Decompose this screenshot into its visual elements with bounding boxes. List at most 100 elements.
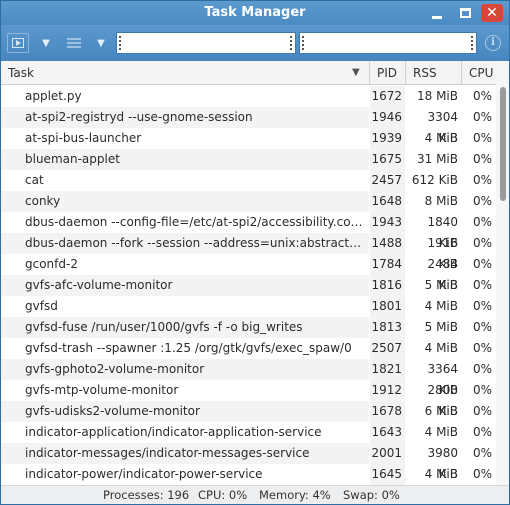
cell-pid: 1801 [369, 296, 405, 317]
toolbar: ▼ ▼ i [1, 25, 509, 61]
minimize-icon [432, 15, 442, 19]
task-manager-window: Task Manager ✕ ▼ ▼ i Task ▼ PID RSS CPU … [0, 0, 510, 505]
cell-rss: 5 MiB [424, 320, 458, 334]
cell-pid: 2457 [369, 170, 405, 191]
secondary-input[interactable] [299, 32, 477, 54]
table-row[interactable]: gvfsd 1801 4 MiB 0% [1, 296, 496, 317]
table-row[interactable]: at-spi-bus-launcher 1939 4 MiB 0% [1, 128, 496, 149]
table-row[interactable]: cat 2457 612 KiB 0% [1, 170, 496, 191]
table-row[interactable]: indicator-power/indicator-power-service 1… [1, 464, 496, 485]
table-row[interactable]: gvfs-gphoto2-volume-monitor 1821 3364 KiB 0… [1, 359, 496, 397]
cell-cpu: 0% [472, 425, 492, 439]
minimize-button[interactable] [426, 4, 448, 22]
view-menu-chevron-down-icon[interactable]: ▼ [95, 33, 107, 53]
column-header-cpu[interactable]: CPU [461, 61, 496, 85]
cell-rss: 4 MiB [424, 299, 458, 313]
status-processes: Processes: 196 [103, 488, 190, 502]
cell-cpu: 0% [472, 257, 492, 271]
cell-cpu: 0% [472, 383, 492, 397]
cell-cpu: 0% [472, 446, 492, 460]
cell-cpu: 0% [472, 89, 492, 103]
sort-descending-icon[interactable]: ▼ [352, 61, 360, 85]
run-program-button[interactable] [7, 33, 29, 53]
column-header-task[interactable]: Task [1, 61, 369, 85]
list-view-icon[interactable] [65, 33, 83, 53]
status-memory: Memory: 4% [259, 488, 331, 502]
run-menu-chevron-down-icon[interactable]: ▼ [40, 33, 52, 53]
column-header-pid[interactable]: PID [369, 61, 405, 85]
cell-rss: 1916 KiB [427, 236, 458, 271]
cell-cpu: 0% [472, 173, 492, 187]
cell-cpu: 0% [472, 362, 492, 376]
status-bar: Processes: 196 CPU: 0% Memory: 4% Swap: … [1, 485, 509, 504]
cell-task: gvfsd [25, 299, 58, 313]
cell-task: at-spi-bus-launcher [25, 131, 142, 145]
table-row[interactable]: gvfs-mtp-volume-monitor 1912 2800 KiB 0% [1, 380, 496, 418]
cell-cpu: 0% [472, 320, 492, 334]
title-bar[interactable]: Task Manager ✕ [1, 1, 509, 25]
cell-task: at-spi2-registryd --use-gnome-session [1, 107, 369, 128]
table-row[interactable]: gvfs-afc-volume-monitor 1816 5 MiB 0% [1, 275, 496, 296]
cell-pid: 2001 [369, 443, 405, 464]
table-row[interactable]: gvfsd-fuse /run/user/1000/gvfs -f -o big… [1, 317, 496, 338]
cell-cpu: 0% [472, 110, 492, 124]
cell-rss: 2800 KiB [427, 383, 458, 418]
cell-rss: 6 MiB [424, 404, 458, 418]
cell-task: blueman-applet [1, 149, 369, 170]
cell-pid: 1678 [369, 401, 405, 422]
cell-pid: 1912 [369, 380, 405, 401]
cell-rss: 5 MiB [424, 278, 458, 292]
cell-task: gvfsd-trash --spawner :1.25 /org/gtk/gvf… [25, 341, 352, 355]
table-body: applet.py 1672 18 MiB 0% at-spi2-registryd -… [1, 86, 496, 485]
cell-rss: 1840 KiB [427, 215, 458, 250]
filter-input[interactable] [116, 32, 296, 54]
table-row[interactable]: gconfd-2 1784 2484 KiB 0% [1, 254, 496, 292]
table-row[interactable]: gvfsd-trash --spawner :1.25 /org/gtk/gvf… [1, 338, 496, 359]
cell-rss: 4 MiB [424, 131, 458, 145]
close-button[interactable]: ✕ [481, 4, 503, 22]
table-row[interactable]: applet.py 1672 18 MiB 0% [1, 86, 496, 107]
table-row[interactable]: indicator-application/indicator-applicat… [1, 422, 496, 443]
cell-task: gvfs-udisks2-volume-monitor [1, 401, 369, 422]
cell-task: applet.py [25, 89, 82, 103]
cell-task: dbus-daemon --fork --session --address=u… [1, 233, 369, 254]
cell-pid: 1816 [369, 275, 405, 296]
close-icon: ✕ [486, 5, 498, 21]
cell-rss: 612 KiB [411, 173, 458, 187]
table-row[interactable]: at-spi2-registryd --use-gnome-session 194… [1, 107, 496, 145]
cell-cpu: 0% [472, 152, 492, 166]
cell-cpu: 0% [472, 467, 492, 481]
cell-task: indicator-application/indicator-applicat… [25, 425, 322, 439]
cell-task: gvfs-gphoto2-volume-monitor [1, 359, 369, 380]
info-icon[interactable]: i [485, 35, 501, 51]
cell-pid: 1672 [369, 86, 405, 107]
cell-cpu: 0% [472, 278, 492, 292]
scrollbar-thumb[interactable] [500, 87, 506, 201]
cell-cpu: 0% [472, 404, 492, 418]
cell-pid: 1821 [369, 359, 405, 380]
cell-pid: 1784 [369, 254, 405, 275]
table-row[interactable]: blueman-applet 1675 31 MiB 0% [1, 149, 496, 170]
table-row[interactable]: indicator-messages/indicator-messages-se… [1, 443, 496, 481]
cell-task: cat [25, 173, 44, 187]
status-cpu: CPU: 0% [198, 488, 248, 502]
vertical-scrollbar[interactable] [496, 61, 509, 485]
drag-handle-icon [290, 36, 292, 50]
maximize-button[interactable] [454, 4, 476, 22]
cell-cpu: 0% [472, 131, 492, 145]
drag-handle-icon [471, 36, 473, 50]
cell-rss: 4 MiB [424, 467, 458, 481]
cell-cpu: 0% [472, 299, 492, 313]
cell-pid: 1943 [369, 212, 405, 233]
cell-pid: 1645 [369, 464, 405, 485]
cell-cpu: 0% [472, 341, 492, 355]
column-header-rss[interactable]: RSS [405, 61, 461, 85]
cell-task: gconfd-2 [25, 257, 78, 271]
table-row[interactable]: gvfs-udisks2-volume-monitor 1678 6 MiB 0% [1, 401, 496, 422]
cell-pid: 1643 [369, 422, 405, 443]
table-row[interactable]: dbus-daemon --fork --session --address=u… [1, 233, 496, 271]
cell-rss: 2484 KiB [427, 257, 458, 292]
table-row[interactable]: conky 1648 8 MiB 0% [1, 191, 496, 212]
table-row[interactable]: dbus-daemon --config-file=/etc/at-spi2/a… [1, 212, 496, 250]
cell-task: gvfs-afc-volume-monitor [1, 275, 369, 296]
